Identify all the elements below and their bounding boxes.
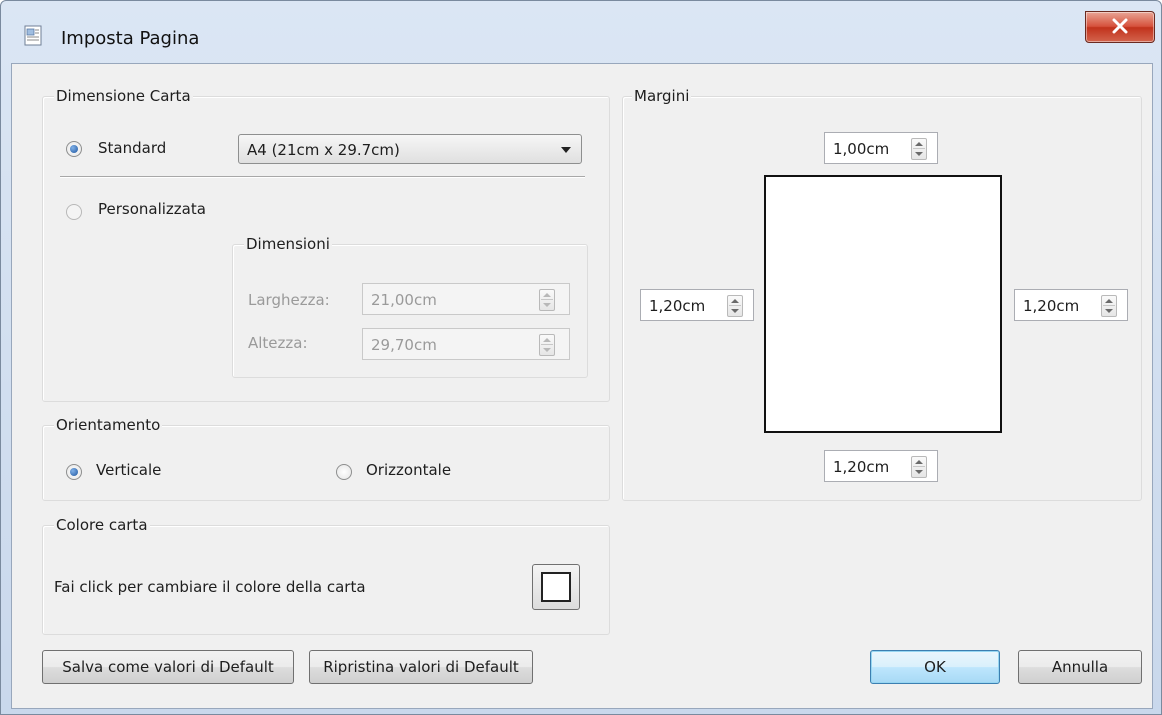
ok-button[interactable]: OK	[870, 650, 1000, 684]
dimensions-legend: Dimensioni	[244, 235, 332, 253]
paper-size-value: A4 (21cm x 29.7cm)	[247, 141, 400, 159]
custom-label[interactable]: Personalizzata	[98, 200, 206, 218]
standard-radio[interactable]	[66, 141, 82, 157]
save-default-button[interactable]: Salva come valori di Default	[42, 650, 294, 684]
orientation-legend: Orientamento	[54, 416, 163, 434]
window-title: Imposta Pagina	[61, 28, 200, 49]
right-margin-value: 1,20cm	[1023, 297, 1080, 315]
height-spinner[interactable]	[539, 334, 555, 356]
custom-radio[interactable]	[66, 204, 82, 220]
close-icon	[1112, 18, 1128, 34]
close-button[interactable]	[1085, 11, 1155, 43]
portrait-label[interactable]: Verticale	[96, 461, 161, 479]
landscape-label[interactable]: Orizzontale	[366, 461, 451, 479]
paper-color-description: Fai click per cambiare il colore della c…	[54, 578, 366, 596]
height-value: 29,70cm	[371, 336, 437, 354]
landscape-radio[interactable]	[336, 464, 352, 480]
top-margin-field[interactable]: 1,00cm	[824, 132, 938, 164]
restore-default-button[interactable]: Ripristina valori di Default	[309, 650, 533, 684]
dialog-window: Imposta Pagina Dimensione Carta Standard…	[0, 0, 1162, 715]
bottom-margin-value: 1,20cm	[833, 458, 890, 476]
dialog-body: Dimensione Carta Standard A4 (21cm x 29.…	[11, 63, 1153, 709]
left-margin-field[interactable]: 1,20cm	[640, 289, 754, 321]
portrait-radio[interactable]	[66, 464, 82, 480]
bottom-margin-spinner[interactable]	[911, 456, 927, 478]
height-label: Altezza:	[248, 334, 308, 352]
left-margin-spinner[interactable]	[727, 295, 743, 317]
standard-label[interactable]: Standard	[98, 139, 166, 157]
paper-color-button[interactable]	[532, 564, 580, 610]
paper-size-dropdown[interactable]: A4 (21cm x 29.7cm)	[238, 134, 582, 164]
width-field[interactable]: 21,00cm	[362, 283, 570, 315]
paper-color-preview	[541, 572, 571, 602]
title-bar[interactable]: Imposta Pagina	[1, 1, 1161, 63]
width-label: Larghezza:	[248, 291, 330, 309]
right-margin-spinner[interactable]	[1101, 295, 1117, 317]
bottom-margin-field[interactable]: 1,20cm	[824, 450, 938, 482]
paper-size-legend: Dimensione Carta	[54, 87, 193, 105]
width-spinner[interactable]	[539, 289, 555, 311]
separator	[60, 176, 585, 178]
chevron-down-icon	[561, 147, 571, 153]
paper-color-legend: Colore carta	[54, 516, 150, 534]
page-preview	[764, 175, 1002, 433]
margins-legend: Margini	[632, 87, 692, 105]
left-margin-value: 1,20cm	[649, 297, 706, 315]
cancel-button[interactable]: Annulla	[1018, 650, 1142, 684]
right-margin-field[interactable]: 1,20cm	[1014, 289, 1128, 321]
page-setup-icon	[23, 25, 45, 47]
width-value: 21,00cm	[371, 291, 437, 309]
top-margin-value: 1,00cm	[833, 140, 890, 158]
height-field[interactable]: 29,70cm	[362, 328, 570, 360]
top-margin-spinner[interactable]	[911, 138, 927, 160]
